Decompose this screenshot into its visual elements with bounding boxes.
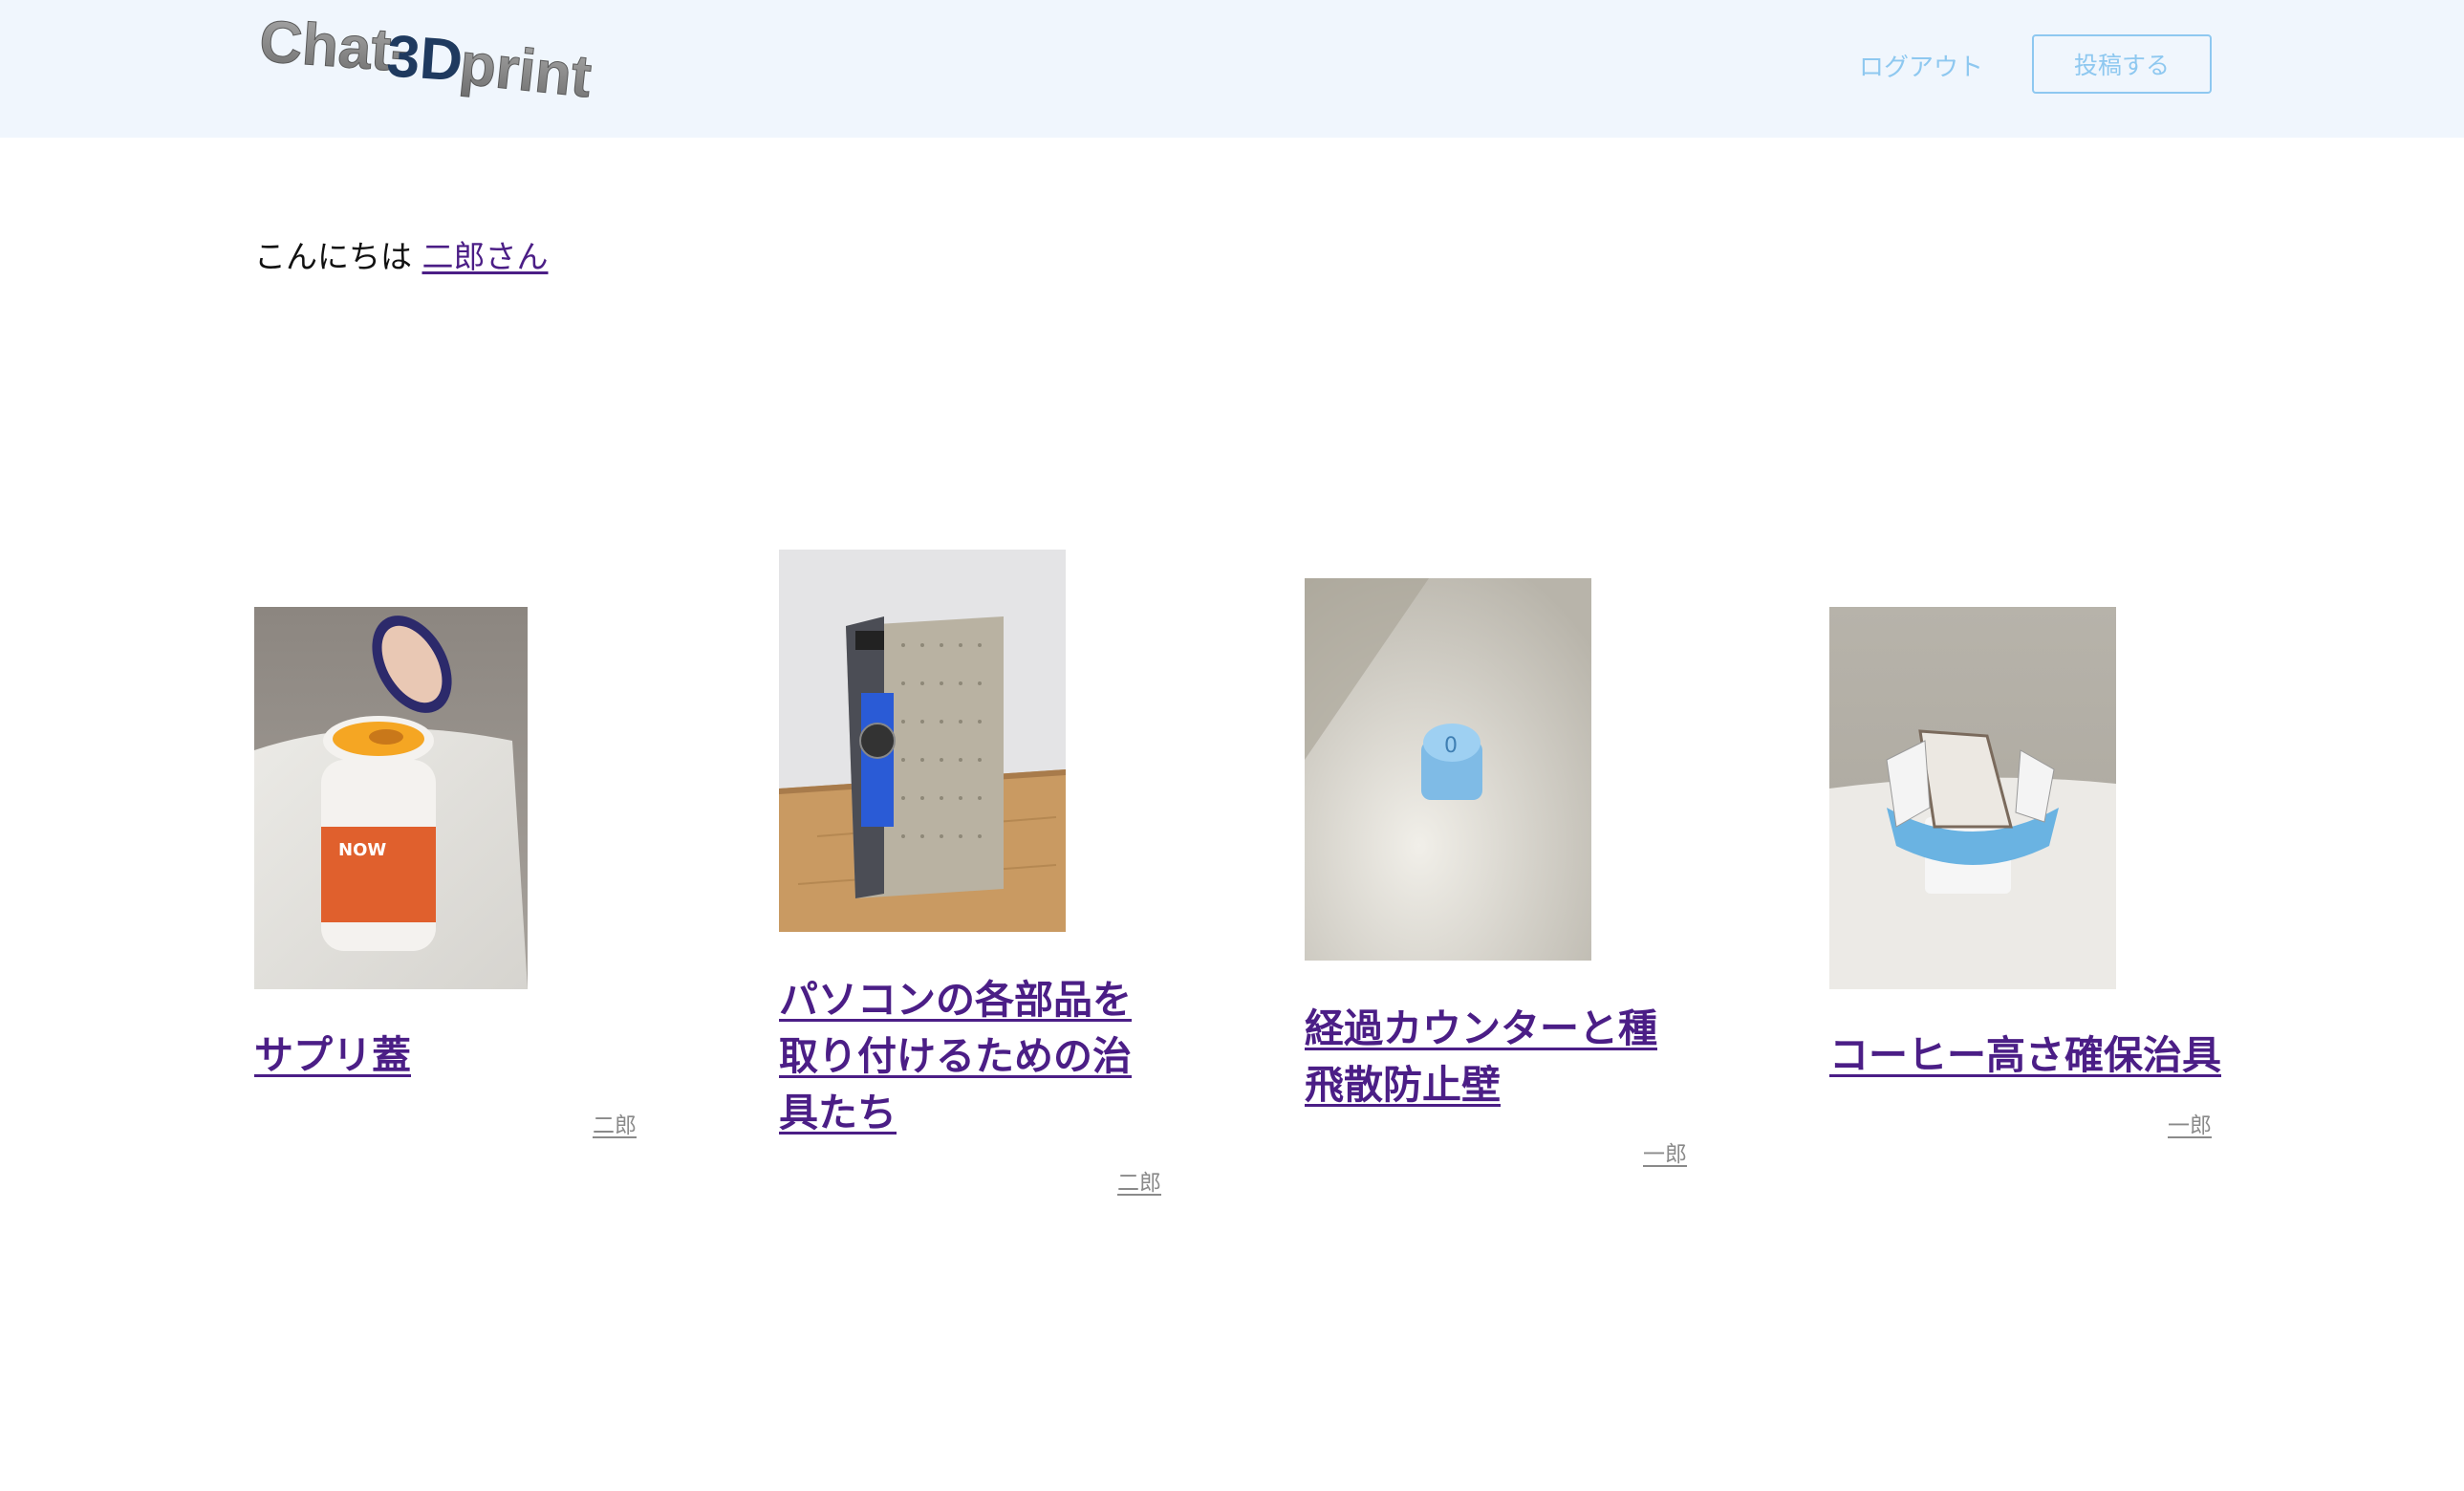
logout-link[interactable]: ログアウト — [1816, 48, 2026, 83]
post-card: コーヒー高さ確保治具 一郎 — [1829, 545, 2221, 1156]
post-title-link[interactable]: 経過カウンターと種飛散防止壁 — [1305, 1001, 1687, 1113]
header: Chat- 3D print ログアウト 投稿する — [0, 0, 2464, 138]
post-title-link[interactable]: パソコンの各部品を取り付けるための治具たち — [779, 972, 1161, 1141]
post-thumbnail[interactable]: NOW — [254, 607, 528, 989]
post-button[interactable]: 投稿する — [2032, 34, 2212, 94]
post-card: 0 経過カウンターと種飛散防止壁 一郎 — [1305, 545, 1687, 1176]
post-author-link[interactable]: 二郎 — [1117, 1164, 1161, 1197]
post-card: NOW サプリ蓋 二郎 — [254, 545, 637, 1156]
post-author-link[interactable]: 一郎 — [2168, 1107, 2212, 1139]
blue-counter-photo: 0 — [1305, 578, 1591, 961]
logo-text-print: print — [457, 31, 594, 110]
post-thumbnail[interactable] — [779, 550, 1066, 932]
user-profile-link[interactable]: 二郎さん — [422, 238, 549, 275]
supplement-bottle-photo: NOW — [254, 607, 528, 989]
greeting: こんにちは 二郎さん — [254, 231, 549, 277]
post-title-link[interactable]: サプリ蓋 — [254, 1027, 637, 1084]
logo-text-3d: 3D — [384, 23, 465, 94]
svg-text:0: 0 — [1444, 734, 1458, 758]
greeting-prefix: こんにちは — [254, 238, 412, 275]
post-thumbnail[interactable]: 0 — [1305, 578, 1591, 961]
svg-text:NOW: NOW — [338, 840, 386, 860]
pc-case-photo — [779, 550, 1066, 932]
coffee-drip-holder-photo — [1829, 607, 2116, 989]
post-card: パソコンの各部品を取り付けるための治具たち 二郎 — [779, 545, 1161, 1197]
post-author-link[interactable]: 一郎 — [1643, 1135, 1687, 1168]
post-thumbnail[interactable] — [1829, 607, 2116, 989]
post-author-link[interactable]: 二郎 — [593, 1107, 637, 1139]
post-title-link[interactable]: コーヒー高さ確保治具 — [1829, 1027, 2231, 1084]
